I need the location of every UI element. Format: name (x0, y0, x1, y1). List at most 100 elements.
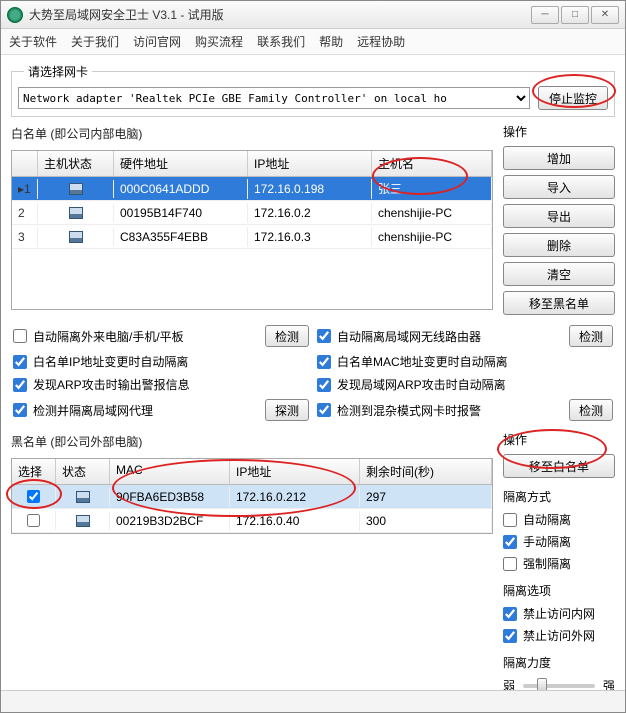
stop-monitor-button[interactable]: 停止监控 (538, 86, 608, 110)
cell-ip: 172.16.0.2 (248, 203, 372, 223)
move-to-whitelist-button[interactable]: 移至白名单 (503, 454, 615, 478)
host-status-icon (38, 228, 114, 246)
menu-contact[interactable]: 联系我们 (257, 33, 305, 50)
nic-select[interactable]: Network adapter 'Realtek PCIe GBE Family… (18, 87, 530, 109)
cell-mac: 00195B14F740 (114, 203, 248, 223)
option-action-button[interactable]: 检测 (265, 325, 309, 347)
whitelist-row[interactable]: 200195B14F740172.16.0.2chenshijie-PC (12, 201, 492, 225)
cell-select[interactable] (12, 511, 56, 530)
isolate-strength-title: 隔离力度 (503, 654, 615, 671)
blacklist-row[interactable]: 00219B3D2BCF172.16.0.40300 (12, 509, 492, 533)
cell-host: chenshijie-PC (372, 227, 492, 247)
cell-host: 张三 (372, 177, 492, 200)
menu-purchase[interactable]: 购买流程 (195, 33, 243, 50)
maximize-button[interactable]: □ (561, 6, 589, 24)
whitelist-ops-title: 操作 (503, 123, 615, 140)
nic-label: 请选择网卡 (24, 63, 92, 80)
whitelist-op-button[interactable]: 移至黑名单 (503, 291, 615, 315)
isolate-opt-label: 禁止访问内网 (523, 605, 595, 622)
isolate-opt-label: 禁止访问外网 (523, 627, 595, 644)
option-label: 白名单MAC地址变更时自动隔离 (337, 353, 613, 370)
whitelist-op-button[interactable]: 导出 (503, 204, 615, 228)
isolate-opt-checkbox[interactable] (503, 607, 517, 621)
option-checkbox[interactable] (317, 329, 331, 343)
close-button[interactable]: ✕ (591, 6, 619, 24)
blacklist-header-ip[interactable]: IP地址 (230, 459, 360, 484)
isolate-mode-checkbox[interactable] (503, 535, 517, 549)
isolate-mode-title: 隔离方式 (503, 488, 615, 505)
menu-visit-site[interactable]: 访问官网 (133, 33, 181, 50)
strength-slider[interactable] (523, 684, 595, 688)
host-status-icon (38, 204, 114, 222)
app-icon (7, 7, 23, 23)
whitelist-header-status[interactable]: 主机状态 (38, 151, 114, 176)
host-status-icon (56, 488, 110, 506)
isolate-mode-label: 自动隔离 (523, 511, 571, 528)
isolate-mode-checkbox[interactable] (503, 557, 517, 571)
whitelist-row[interactable]: ▸1 000C0641ADDD172.16.0.198张三 (12, 177, 492, 201)
cell-select[interactable] (12, 487, 56, 506)
whitelist-op-button[interactable]: 清空 (503, 262, 615, 286)
menu-about-us[interactable]: 关于我们 (71, 33, 119, 50)
whitelist-op-button[interactable]: 增加 (503, 146, 615, 170)
option-action-button[interactable]: 检测 (569, 325, 613, 347)
blacklist-header-time[interactable]: 剩余时间(秒) (360, 459, 492, 484)
option-action-button[interactable]: 检测 (569, 399, 613, 421)
whitelist-header-mac[interactable]: 硬件地址 (114, 151, 248, 176)
titlebar: 大势至局域网安全卫士 V3.1 - 试用版 ─ □ ✕ (1, 1, 625, 29)
option-checkbox[interactable] (317, 378, 331, 392)
minimize-button[interactable]: ─ (531, 6, 559, 24)
option-checkbox[interactable] (317, 355, 331, 369)
cell-time: 300 (360, 511, 492, 531)
option-checkbox[interactable] (13, 378, 27, 392)
window-title: 大势至局域网安全卫士 V3.1 - 试用版 (29, 6, 531, 23)
blacklist-header-mac[interactable]: MAC (110, 459, 230, 484)
option-checkbox[interactable] (317, 403, 331, 417)
menubar: 关于软件 关于我们 访问官网 购买流程 联系我们 帮助 远程协助 (1, 29, 625, 55)
isolate-mode-label: 强制隔离 (523, 555, 571, 572)
cell-ip: 172.16.0.40 (230, 511, 360, 531)
cell-mac: 000C0641ADDD (114, 179, 248, 199)
option-checkbox[interactable] (13, 329, 27, 343)
option-label: 检测并隔离局域网代理 (33, 402, 259, 419)
row-checkbox[interactable] (27, 490, 40, 503)
row-marker: ▸1 (12, 179, 38, 199)
statusbar (1, 690, 625, 712)
whitelist-row[interactable]: 3C83A355F4EBB172.16.0.3chenshijie-PC (12, 225, 492, 249)
menu-about-software[interactable]: 关于软件 (9, 33, 57, 50)
whitelist-op-button[interactable]: 导入 (503, 175, 615, 199)
whitelist-header-blank (12, 151, 38, 176)
isolate-mode-checkbox[interactable] (503, 513, 517, 527)
whitelist-title: 白名单 (即公司内部电脑) (11, 125, 493, 142)
menu-remote-assist[interactable]: 远程协助 (357, 33, 405, 50)
cell-ip: 172.16.0.198 (248, 179, 372, 199)
strength-weak: 弱 (503, 677, 515, 690)
isolate-mode-label: 手动隔离 (523, 533, 571, 550)
option-checkbox[interactable] (13, 403, 27, 417)
blacklist-row[interactable]: 90FBA6ED3B58172.16.0.212297 (12, 485, 492, 509)
blacklist-ops-title: 操作 (503, 431, 615, 448)
option-label: 发现ARP攻击时输出警报信息 (33, 376, 309, 393)
host-status-icon (56, 512, 110, 530)
option-checkbox[interactable] (13, 355, 27, 369)
whitelist-header-ip[interactable]: IP地址 (248, 151, 372, 176)
whitelist-op-button[interactable]: 删除 (503, 233, 615, 257)
blacklist-header-status[interactable]: 状态 (56, 459, 110, 484)
whitelist-table: 主机状态 硬件地址 IP地址 主机名 ▸1 000C0641ADDD172.16.… (11, 150, 493, 310)
option-label: 自动隔离局域网无线路由器 (337, 328, 563, 345)
menu-help[interactable]: 帮助 (319, 33, 343, 50)
option-label: 白名单IP地址变更时自动隔离 (33, 353, 309, 370)
row-checkbox[interactable] (27, 514, 40, 527)
blacklist-header-select[interactable]: 选择 (12, 459, 56, 484)
nic-group: 请选择网卡 Network adapter 'Realtek PCIe GBE … (11, 63, 615, 117)
option-label: 发现局域网ARP攻击时自动隔离 (337, 376, 613, 393)
blacklist-table: 选择 状态 MAC IP地址 剩余时间(秒) 90FBA6ED3B58172.1… (11, 458, 493, 534)
option-action-button[interactable]: 探测 (265, 399, 309, 421)
option-label: 自动隔离外来电脑/手机/平板 (33, 328, 259, 345)
cell-mac: 90FBA6ED3B58 (110, 487, 230, 507)
isolate-opts-title: 隔离选项 (503, 582, 615, 599)
whitelist-header-host[interactable]: 主机名 (372, 151, 492, 176)
host-status-icon (38, 180, 114, 198)
isolate-opt-checkbox[interactable] (503, 629, 517, 643)
options-grid: 自动隔离外来电脑/手机/平板检测自动隔离局域网无线路由器检测白名单IP地址变更时… (11, 321, 615, 425)
